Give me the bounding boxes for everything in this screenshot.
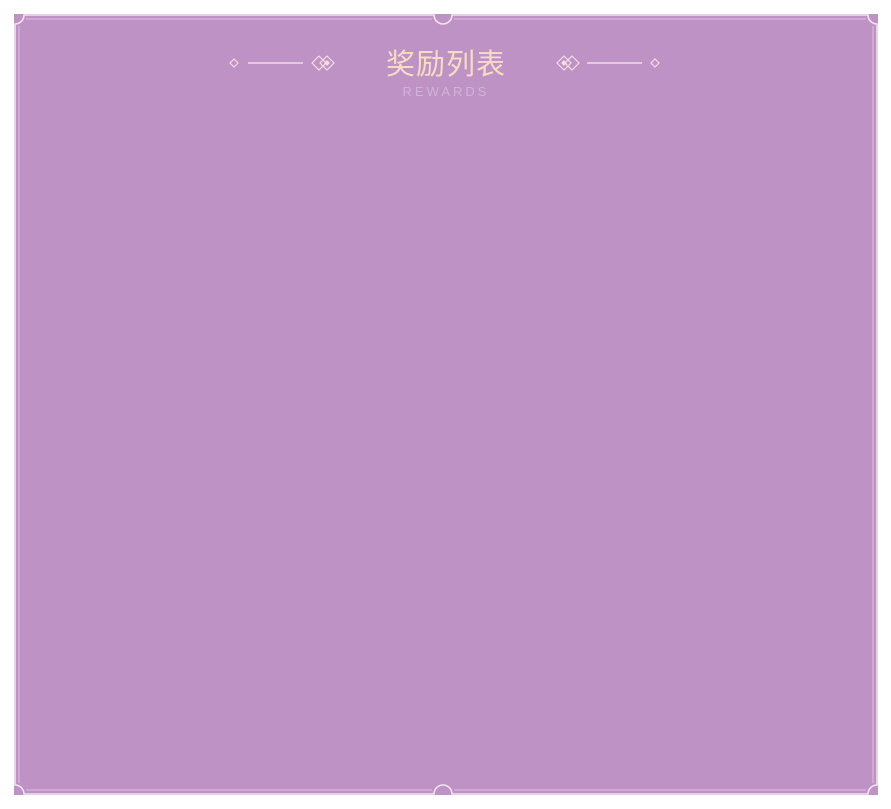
- panel-subtitle: REWARDS: [402, 84, 490, 99]
- right-ornament-icon: [556, 55, 660, 71]
- rewards-title-area: 奖励列表 REWARDS: [14, 44, 878, 114]
- panel-title: 奖励列表: [385, 47, 506, 81]
- rewards-panel: 奖励列表 REWARDS: [14, 14, 878, 795]
- rewards-list[interactable]: [34, 124, 858, 774]
